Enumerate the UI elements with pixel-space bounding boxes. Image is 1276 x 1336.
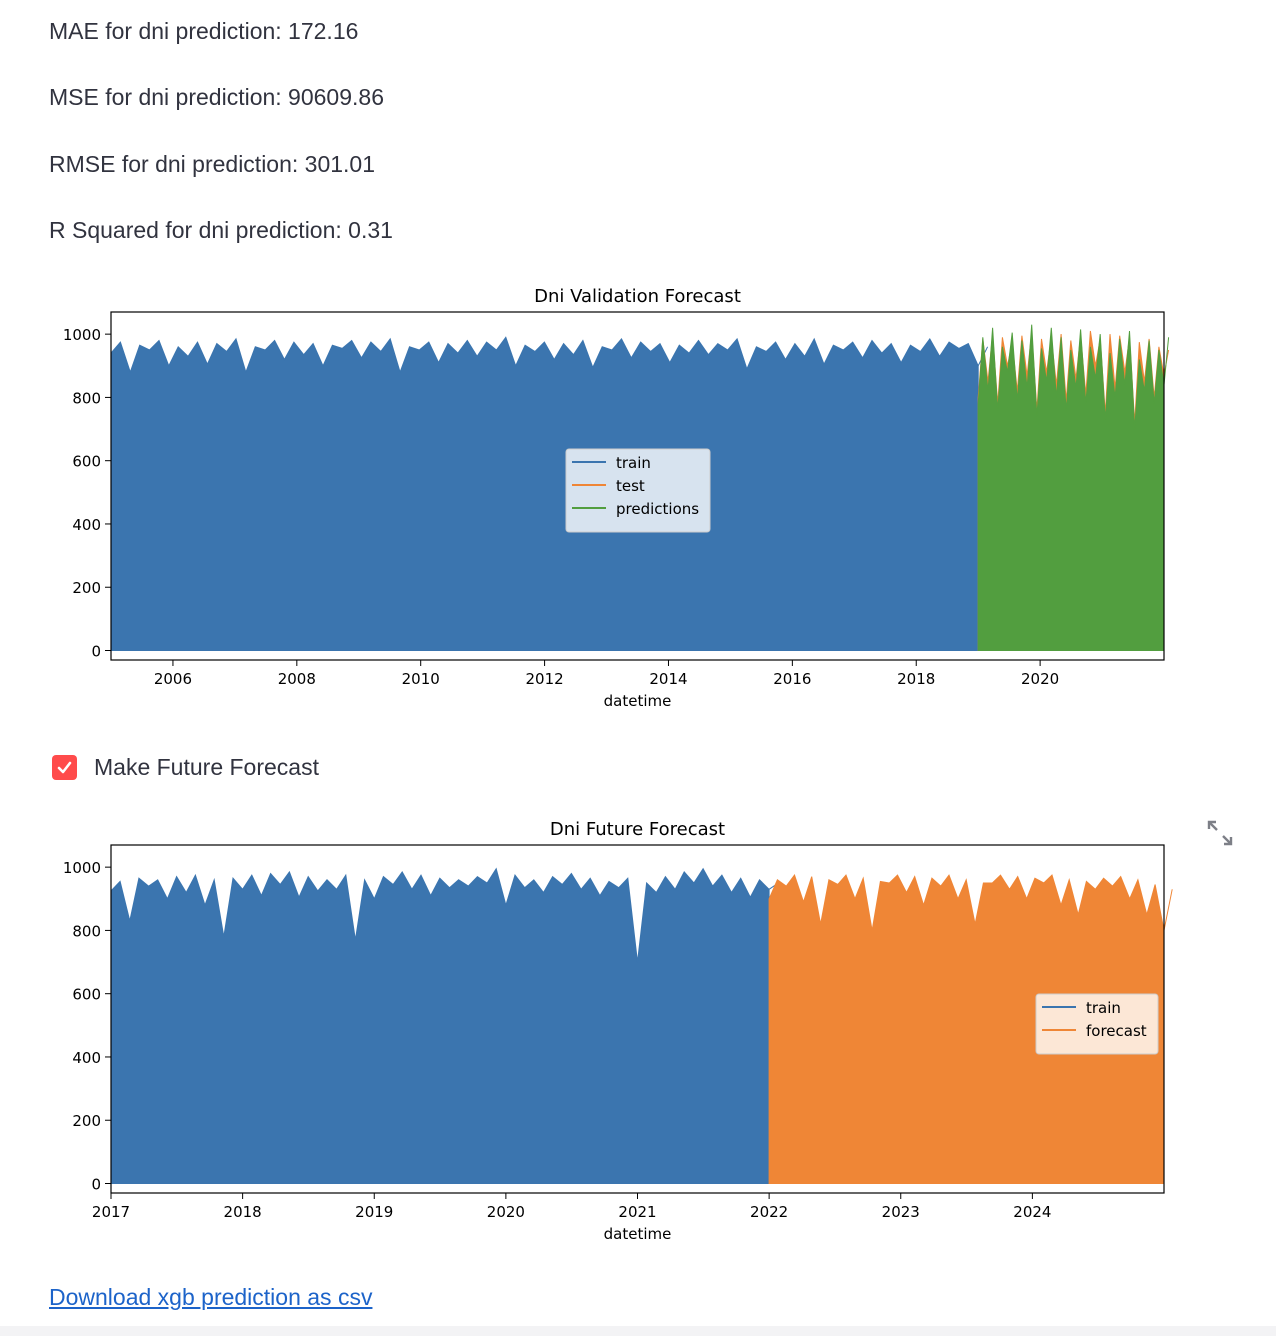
x-axis-label: datetime	[604, 692, 672, 710]
x-tick-label: 2006	[154, 670, 192, 688]
x-tick-label: 2012	[525, 670, 563, 688]
download-csv-link[interactable]: Download xgb prediction as csv	[49, 1284, 372, 1311]
x-tick-label: 2018	[897, 670, 935, 688]
validation-forecast-chart: Dni Validation Forecast 0 200 400 600 800 1000…	[63, 286, 1170, 710]
metric-mse: MSE for dni prediction: 90609.86	[49, 84, 384, 110]
x-tick-label: 2021	[618, 1203, 656, 1221]
y-tick-label: 1000	[63, 326, 101, 344]
x-tick-label: 2010	[402, 670, 440, 688]
metric-rmse: RMSE for dni prediction: 301.01	[49, 151, 376, 177]
y-tick-label: 600	[72, 986, 101, 1004]
y-tick-label: 200	[72, 1112, 101, 1130]
series-area-predictions	[977, 324, 1170, 651]
chart-title: Dni Future Forecast	[550, 819, 725, 840]
x-tick-label: 2008	[278, 670, 316, 688]
y-tick-label: 0	[91, 1176, 101, 1194]
x-axis-label: datetime	[604, 1225, 672, 1243]
x-tick-label: 2017	[92, 1203, 130, 1221]
x-tick-label: 2022	[750, 1203, 788, 1221]
series-area-train	[110, 867, 779, 1184]
chart-title: Dni Validation Forecast	[534, 286, 741, 307]
x-tick-label: 2014	[649, 670, 687, 688]
checkbox-checked-box[interactable]	[52, 754, 77, 780]
metric-r-squared: R Squared for dni prediction: 0.31	[49, 217, 393, 243]
legend-label-train: train	[1086, 999, 1121, 1017]
legend-label-test: test	[616, 477, 645, 495]
future-forecast-chart: Dni Future Forecast 0 200 400 600 800 1000 2017…	[63, 819, 1173, 1243]
x-tick-label: 2018	[224, 1203, 262, 1221]
y-tick-label: 600	[72, 453, 101, 471]
series-area-train	[110, 336, 989, 651]
legend-label-train: train	[616, 454, 651, 472]
x-tick-label: 2023	[882, 1203, 920, 1221]
legend-label-predictions: predictions	[616, 500, 699, 518]
metric-mae: MAE for dni prediction: 172.16	[49, 18, 359, 44]
x-tick-label: 2019	[355, 1203, 393, 1221]
y-tick-label: 400	[72, 516, 101, 534]
checkmark-icon	[57, 761, 72, 773]
x-tick-label: 2016	[773, 670, 811, 688]
legend: train forecast	[1035, 993, 1159, 1055]
legend-label-forecast: forecast	[1086, 1022, 1147, 1040]
y-tick-label: 800	[72, 389, 101, 407]
x-tick-label: 2024	[1013, 1203, 1051, 1221]
x-tick-label: 2020	[487, 1203, 525, 1221]
y-tick-label: 400	[72, 1049, 101, 1067]
checkbox-label: Make Future Forecast	[94, 753, 319, 780]
x-tick-label: 2020	[1021, 670, 1059, 688]
make-future-forecast-checkbox[interactable]: Make Future Forecast	[52, 753, 319, 781]
y-tick-label: 1000	[63, 859, 101, 877]
expand-icon[interactable]	[1206, 819, 1234, 847]
y-tick-label: 0	[91, 643, 101, 661]
bottom-bar	[0, 1326, 1276, 1336]
y-tick-label: 800	[72, 922, 101, 940]
y-tick-label: 200	[72, 579, 101, 597]
legend: train test predictions	[565, 448, 711, 533]
